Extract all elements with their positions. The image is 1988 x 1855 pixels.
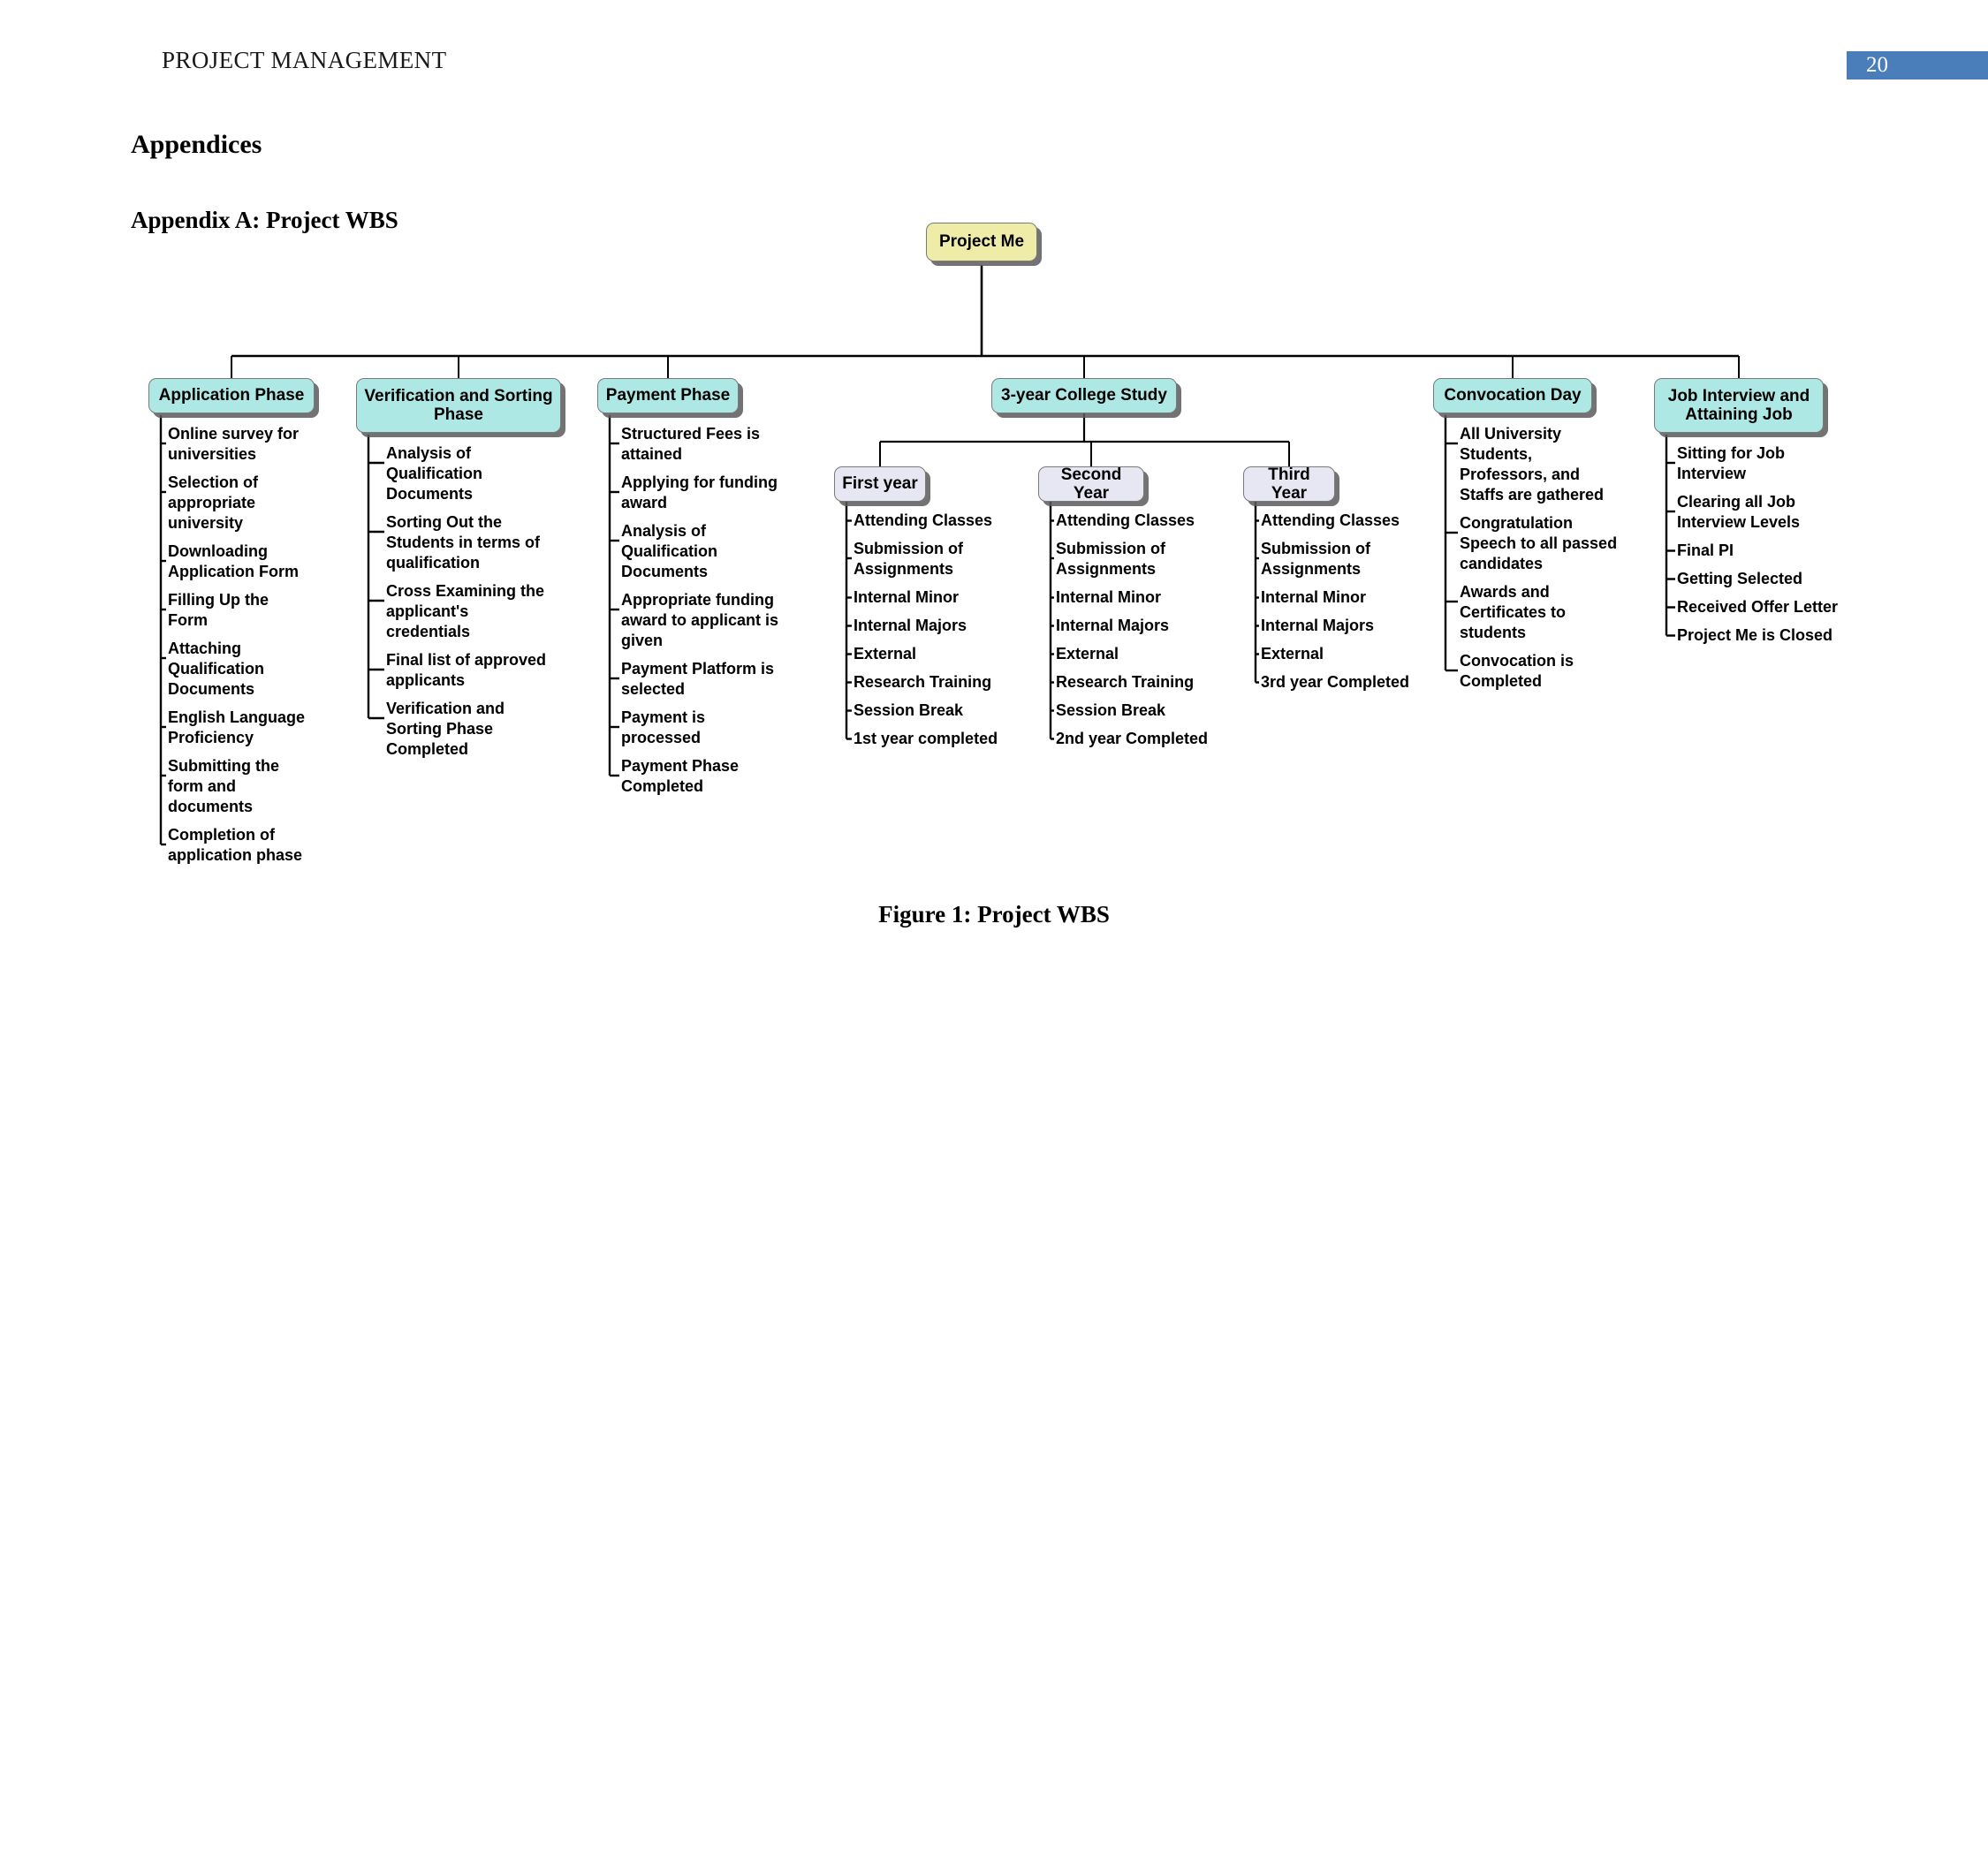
wbs-leaf-item: External <box>854 645 917 662</box>
wbs-leaf-item: Getting Selected <box>1677 570 1803 587</box>
wbs-leaf-item: Submission of Assignments <box>1056 540 1166 579</box>
wbs-root-node-label: Project Me <box>938 232 1025 252</box>
wbs-branch-node-0-label: Application Phase <box>158 386 305 405</box>
wbs-leaf-item: Congratulation Speech to all passed cand… <box>1460 514 1618 573</box>
wbs-leaf-item: Payment Platform is selected <box>621 660 775 699</box>
wbs-leaf-item: Research Training <box>854 673 992 691</box>
heading-appendices: Appendices <box>131 130 262 159</box>
wbs-leaf-item: Attending Classes <box>1261 511 1400 529</box>
wbs-leaf-item: Clearing all Job Interview Levels <box>1677 493 1801 532</box>
wbs-leaf-item: Attending Classes <box>1056 511 1195 529</box>
wbs-leaf-item: Final list of approved applicants <box>386 651 547 690</box>
wbs-leaf-item: Internal Minor <box>1261 588 1367 606</box>
wbs-leaf-item: Submission of Assignments <box>1261 540 1371 579</box>
wbs-branch-node-2[interactable]: Payment Phase <box>597 378 739 413</box>
wbs-leaf-item: 1st year completed <box>854 730 998 747</box>
wbs-leaf-item: Attaching Qualification Documents <box>168 640 265 699</box>
wbs-leaf-item: Session Break <box>1056 701 1166 719</box>
wbs-leaf-item: Internal Majors <box>1056 617 1170 634</box>
wbs-root-node[interactable]: Project Me <box>926 223 1037 261</box>
wbs-leaf-item: Payment Phase Completed <box>621 757 740 796</box>
wbs-year-node-1[interactable]: Second Year <box>1038 465 1144 503</box>
wbs-branch-node-0[interactable]: Application Phase <box>148 378 315 413</box>
wbs-leaf-item: Analysis of Qualification Documents <box>386 444 483 504</box>
wbs-leaf-item: Sorting Out the Students in terms of qua… <box>386 513 541 572</box>
wbs-leaf-item: Filling Up the Form <box>168 591 269 630</box>
wbs-branch-node-4[interactable]: Convocation Day <box>1433 378 1592 413</box>
wbs-leaf-item: Payment is processed <box>621 708 706 747</box>
wbs-branch-node-5[interactable]: Job Interview and Attaining Job <box>1654 378 1824 433</box>
wbs-leaf-item: External <box>1056 645 1119 662</box>
wbs-year-node-0[interactable]: First year <box>834 466 926 502</box>
wbs-branch-node-3-label: 3-year College Study <box>1001 386 1167 405</box>
wbs-branch-node-1-label: Verification and Sorting Phase <box>364 386 553 424</box>
wbs-leaf-item: Research Training <box>1056 673 1195 691</box>
wbs-leaf-item: Completion of application phase <box>168 826 303 865</box>
running-head: PROJECT MANAGEMENT <box>162 47 447 73</box>
wbs-branch-node-1[interactable]: Verification and Sorting Phase <box>356 378 561 433</box>
wbs-branch-node-3[interactable]: 3-year College Study <box>991 378 1177 413</box>
wbs-leaf-item: Structured Fees is attained <box>621 425 761 464</box>
wbs-leaf-item: Attending Classes <box>854 511 993 529</box>
wbs-leaf-item: Submitting the form and documents <box>168 757 279 816</box>
wbs-branch-node-2-label: Payment Phase <box>605 386 731 405</box>
wbs-leaf-item: Final PI <box>1677 541 1734 559</box>
wbs-year-node-1-label: Second Year <box>1060 465 1122 503</box>
heading-appendix-a: Appendix A: Project WBS <box>131 207 398 233</box>
wbs-leaf-item: Online survey for universities <box>168 425 300 464</box>
wbs-leaf-item: 3rd year Completed <box>1261 673 1410 691</box>
wbs-branch-node-4-label: Convocation Day <box>1444 386 1582 405</box>
wbs-year-node-2-label: Third Year <box>1268 465 1310 503</box>
wbs-diagram: Project Me Application Phase Online survey… <box>0 223 1988 883</box>
wbs-leaf-item: Internal Majors <box>1261 617 1375 634</box>
wbs-leaf-item: All University Students, Professors, and… <box>1460 425 1605 504</box>
wbs-leaf-item: Downloading Application Form <box>168 542 299 581</box>
wbs-leaf-item: Project Me is Closed <box>1677 626 1833 644</box>
wbs-leaf-item: Cross Examining the applicant's credenti… <box>386 582 545 641</box>
wbs-leaf-item: 2nd year Completed <box>1056 730 1209 747</box>
document-header: PROJECT MANAGEMENT 20 <box>0 0 1988 97</box>
wbs-leaf-item: Appropriate funding award to applicant i… <box>621 591 779 650</box>
wbs-year-node-2[interactable]: Third Year <box>1243 465 1335 503</box>
wbs-leaf-item: Convocation is Completed <box>1460 652 1574 691</box>
wbs-leaf-item: Awards and Certificates to students <box>1460 583 1567 642</box>
wbs-leaf-item: External <box>1261 645 1324 662</box>
wbs-leaf-item: English Language Proficiency <box>168 708 306 747</box>
wbs-leaf-item: Internal Minor <box>1056 588 1162 606</box>
wbs-leaf-item: Internal Majors <box>854 617 967 634</box>
figure-caption: Figure 1: Project WBS <box>878 901 1110 928</box>
wbs-leaf-item: Verification and Sorting Phase Completed <box>386 700 505 759</box>
wbs-leaf-item: Session Break <box>854 701 964 719</box>
wbs-branch-node-5-label: Job Interview and Attaining Job <box>1667 386 1810 424</box>
wbs-year-node-0-label: First year <box>842 474 918 494</box>
wbs-leaf-item: Applying for funding award <box>621 473 778 512</box>
wbs-leaf-item: Internal Minor <box>854 588 960 606</box>
wbs-leaf-item: Analysis of Qualification Documents <box>621 522 718 581</box>
wbs-leaf-item: Received Offer Letter <box>1677 598 1839 616</box>
wbs-leaf-item: Submission of Assignments <box>854 540 964 579</box>
page-number-badge: 20 <box>1847 51 1988 80</box>
wbs-leaf-item: Selection of appropriate university <box>168 473 259 533</box>
wbs-leaf-item: Sitting for Job Interview <box>1677 444 1785 483</box>
